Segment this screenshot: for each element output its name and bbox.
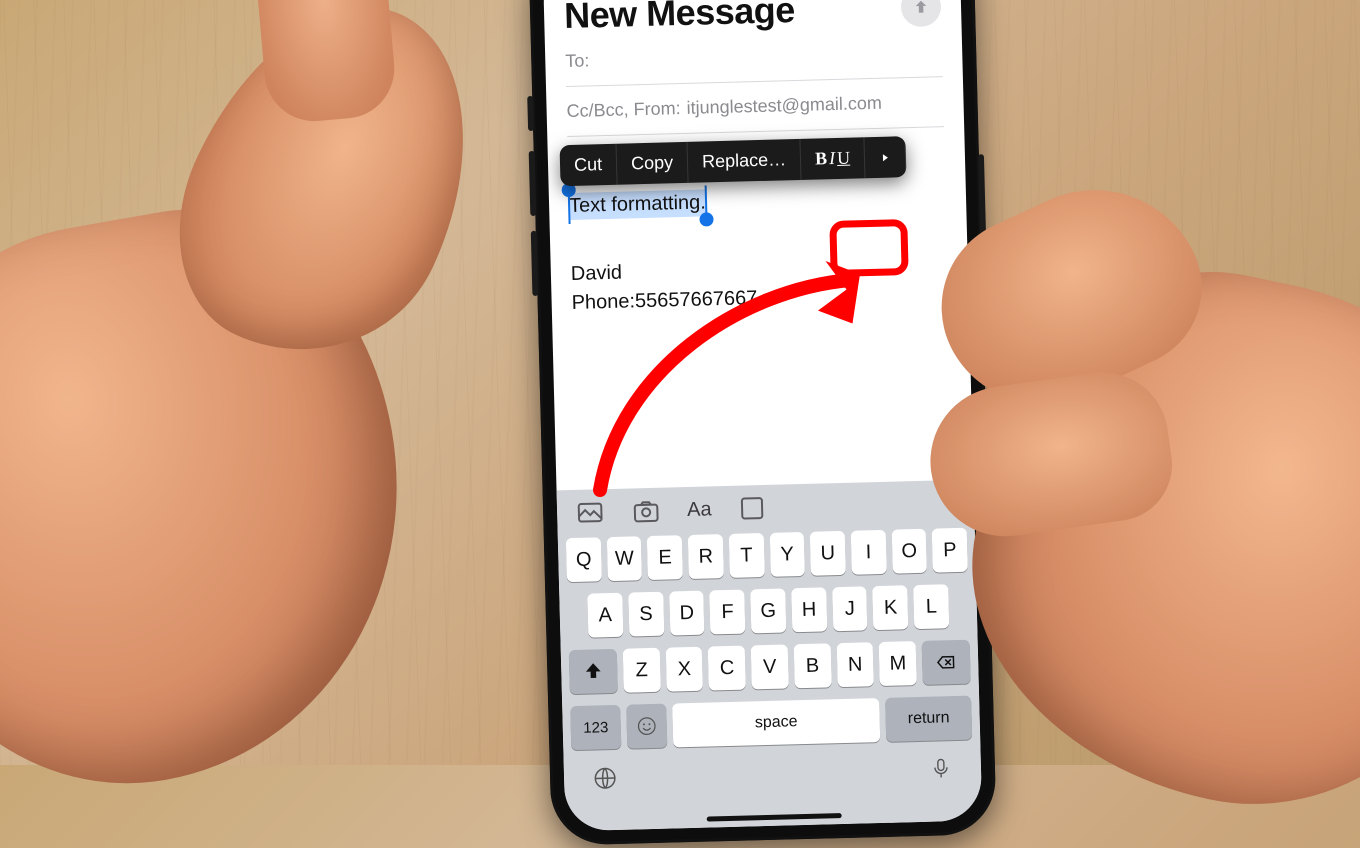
key-j[interactable]: J: [832, 586, 868, 631]
signature: David Phone:55657667667: [571, 250, 949, 318]
mic-icon[interactable]: [929, 756, 954, 788]
message-body[interactable]: Cut Copy Replace… BIU Text formatting.: [567, 127, 949, 318]
send-button[interactable]: [901, 0, 942, 27]
key-emoji[interactable]: [626, 704, 667, 749]
markup-icon[interactable]: [737, 495, 768, 522]
italic-icon: I: [827, 148, 838, 169]
key-x[interactable]: X: [665, 647, 703, 692]
key-b[interactable]: B: [794, 643, 832, 688]
selected-text-value: Text formatting.: [569, 191, 706, 217]
menu-more[interactable]: [865, 136, 907, 178]
key-r[interactable]: R: [688, 534, 724, 579]
key-a[interactable]: A: [587, 593, 623, 638]
key-t[interactable]: T: [729, 533, 765, 578]
signature-phone-label: Phone:: [571, 290, 635, 314]
key-e[interactable]: E: [647, 535, 683, 580]
key-g[interactable]: G: [750, 588, 786, 633]
bold-icon: B: [815, 148, 828, 169]
menu-copy[interactable]: Copy: [617, 142, 689, 185]
emoji-icon: [635, 715, 658, 738]
menu-biu[interactable]: BIU: [801, 137, 866, 180]
key-p[interactable]: P: [932, 528, 968, 573]
camera-icon[interactable]: [631, 498, 662, 525]
key-l[interactable]: L: [913, 584, 949, 629]
key-z[interactable]: Z: [623, 648, 661, 693]
key-123[interactable]: 123: [570, 705, 621, 750]
key-v[interactable]: V: [751, 644, 789, 689]
key-o[interactable]: O: [891, 529, 927, 574]
shift-icon: [582, 660, 605, 683]
photos-icon[interactable]: [575, 499, 606, 526]
key-shift[interactable]: [569, 649, 618, 694]
key-n[interactable]: N: [836, 642, 874, 687]
key-w[interactable]: W: [607, 536, 643, 581]
key-c[interactable]: C: [708, 646, 746, 691]
key-f[interactable]: F: [710, 590, 746, 635]
key-q[interactable]: Q: [566, 537, 602, 582]
hand-left: [0, 0, 580, 780]
phone-volume-up: [529, 151, 537, 216]
arrow-up-icon: [912, 0, 930, 16]
selected-text[interactable]: Text formatting.: [569, 189, 706, 220]
menu-cut[interactable]: Cut: [560, 144, 618, 186]
text-edit-menu: Cut Copy Replace… BIU: [560, 136, 907, 186]
phone-volume-down: [531, 231, 539, 296]
key-u[interactable]: U: [810, 531, 846, 576]
key-h[interactable]: H: [791, 587, 827, 632]
watch: [0, 427, 3, 574]
from-email: itjunglestest@gmail.com: [686, 93, 882, 119]
phone-side-button: [978, 154, 986, 249]
globe-icon[interactable]: [592, 765, 619, 797]
text-format-button[interactable]: Aa: [687, 498, 712, 522]
compose-title: New Message: [564, 0, 796, 37]
phone-mute-switch: [527, 96, 534, 131]
selection-handle-end[interactable]: [699, 212, 713, 226]
to-label: To:: [565, 50, 590, 71]
delete-icon: [935, 651, 958, 674]
key-m[interactable]: M: [879, 641, 917, 686]
key-return[interactable]: return: [885, 696, 972, 742]
key-s[interactable]: S: [628, 592, 664, 637]
key-d[interactable]: D: [669, 591, 705, 636]
signature-phone: 55657667667: [635, 287, 758, 312]
keyboard: Aa Q W E R T Y U I O P A S D: [557, 480, 983, 832]
phone-frame: New Message To: Cc/Bcc, From: itjunglest…: [528, 0, 996, 846]
key-y[interactable]: Y: [769, 532, 805, 577]
key-i[interactable]: I: [851, 530, 887, 575]
cc-label: Cc/Bcc, From:: [566, 98, 681, 122]
underline-icon: U: [837, 148, 851, 169]
key-delete[interactable]: [922, 640, 971, 685]
menu-replace[interactable]: Replace…: [688, 139, 802, 183]
key-k[interactable]: K: [873, 585, 909, 630]
key-space[interactable]: space: [672, 698, 880, 747]
chevron-right-icon: [879, 151, 891, 163]
phone-screen: New Message To: Cc/Bcc, From: itjunglest…: [543, 0, 983, 831]
